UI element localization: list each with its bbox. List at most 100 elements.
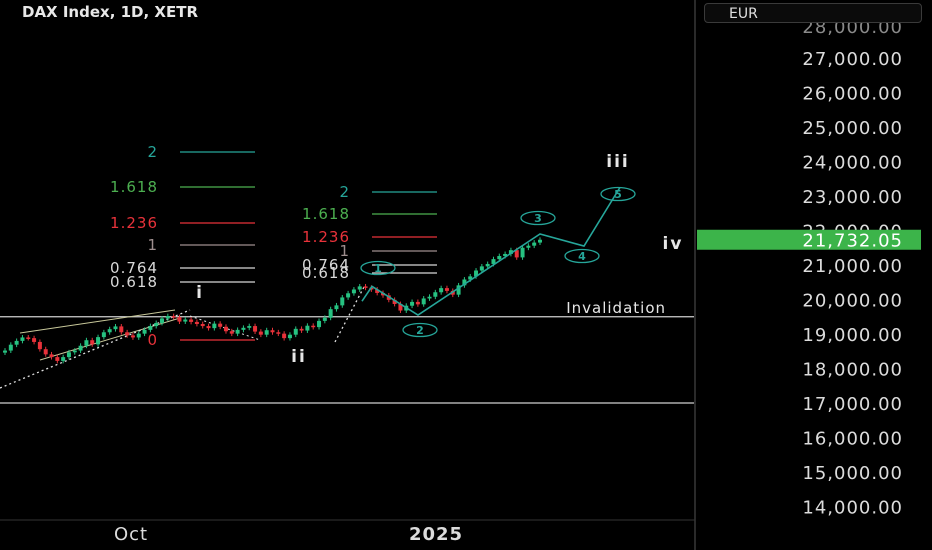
candle-body [26, 337, 31, 339]
candle-body [14, 340, 19, 345]
candle-body [212, 323, 217, 329]
x-tick-label: 2025 [409, 524, 463, 545]
y-tick-label: 21,000.00 [802, 256, 903, 277]
candle-body [165, 316, 170, 319]
candle-body [282, 333, 287, 339]
candle-body [125, 332, 130, 336]
candle-body [444, 288, 449, 291]
candle-body [223, 326, 228, 332]
candle-body [520, 247, 525, 258]
candle-body [171, 316, 176, 318]
candle-body [351, 289, 356, 294]
candle-body [130, 335, 135, 338]
candle-body [66, 352, 71, 358]
candle-body [328, 309, 333, 318]
fib-1-level-label: 0.618 [110, 273, 158, 291]
candle-body [61, 357, 66, 361]
wave-circle-label: 4 [578, 250, 586, 263]
candle-body [532, 242, 537, 246]
candle-body [101, 332, 106, 338]
candle-body [258, 331, 263, 335]
candle-body [3, 350, 7, 353]
y-tick-label: 16,000.00 [802, 429, 903, 450]
candle-body [334, 305, 339, 310]
wave-circle-label: 5 [614, 188, 622, 201]
candle-body [55, 357, 60, 361]
candle-body [346, 293, 351, 298]
candle-body [84, 340, 89, 346]
candle-body [322, 317, 327, 321]
fib-2-level-label: 1.618 [302, 205, 350, 223]
wave-label-roman: iv [663, 234, 684, 254]
candle-body [177, 317, 182, 322]
y-tick-label: 26,000.00 [802, 84, 903, 105]
candle-body [427, 296, 432, 299]
y-tick-label: 14,000.00 [802, 498, 903, 519]
candle-body [276, 332, 281, 334]
y-tick-label: 23,000.00 [802, 187, 903, 208]
fib-1-level-label: 1 [147, 236, 158, 254]
y-tick-label: 20,000.00 [802, 291, 903, 312]
candle-body [247, 326, 252, 328]
candle-body [218, 323, 223, 327]
y-tick-label: 25,000.00 [802, 118, 903, 139]
candle-body [410, 301, 415, 306]
y-tick-label: 27,000.00 [802, 49, 903, 70]
fib-2-level-label: 2 [339, 183, 350, 201]
candle-body [497, 256, 502, 260]
wave-circle-label: 2 [416, 324, 424, 337]
candle-body [49, 354, 54, 358]
candle-body [485, 263, 490, 267]
invalidation-label: Invalidation [566, 299, 666, 317]
candle-body [113, 326, 118, 330]
candle-body [305, 325, 310, 331]
candle-body [96, 337, 101, 345]
wave-circle-label: 1 [374, 262, 382, 275]
candle-body [439, 288, 444, 293]
fib-1-level-label: 0 [147, 331, 158, 349]
candle-body [433, 292, 438, 297]
candle-body [287, 334, 292, 339]
candle-body [363, 286, 368, 288]
y-tick-label: 15,000.00 [802, 463, 903, 484]
wave-label-roman: i [196, 283, 204, 303]
candle-body [241, 327, 246, 330]
candle-body [136, 333, 141, 338]
candle-body [206, 326, 211, 329]
wave-label-roman: ii [291, 347, 307, 367]
wave-circle-label: 3 [534, 212, 542, 225]
candle-body [299, 328, 304, 331]
candle-body [293, 328, 298, 335]
candle-body [526, 245, 531, 248]
chart-canvas: 21.6181.23610.7640.618021.6181.23610.764… [0, 0, 932, 550]
x-tick-label: Oct [114, 524, 148, 545]
candle-body [229, 331, 234, 334]
candle-body [43, 349, 48, 355]
candle-body [32, 338, 37, 342]
fib-1-level-label: 2 [147, 143, 158, 161]
candle-body [253, 326, 258, 332]
candle-body [189, 319, 194, 322]
y-tick-label: 17,000.00 [802, 394, 903, 415]
candle-body [37, 341, 42, 350]
candle-body [72, 350, 77, 353]
candle-body [142, 329, 147, 334]
candle-body [78, 345, 83, 351]
candle-body [154, 322, 159, 327]
candle-body [317, 320, 322, 328]
candle-body [311, 325, 316, 328]
candle-body [119, 326, 124, 333]
candle-body [194, 321, 199, 324]
candle-body [357, 286, 362, 290]
y-tick-label: 18,000.00 [802, 360, 903, 381]
candle-body [200, 323, 205, 327]
fib-2-level-label: 0.618 [302, 264, 350, 282]
currency-button[interactable]: EUR [704, 3, 922, 23]
candle-body [235, 329, 240, 334]
candle-body [415, 301, 420, 305]
candle-body [148, 326, 153, 330]
candle-body [270, 330, 275, 333]
candle-body [479, 266, 484, 271]
candle-body [8, 344, 13, 351]
fib-1-level-label: 1.618 [110, 178, 158, 196]
